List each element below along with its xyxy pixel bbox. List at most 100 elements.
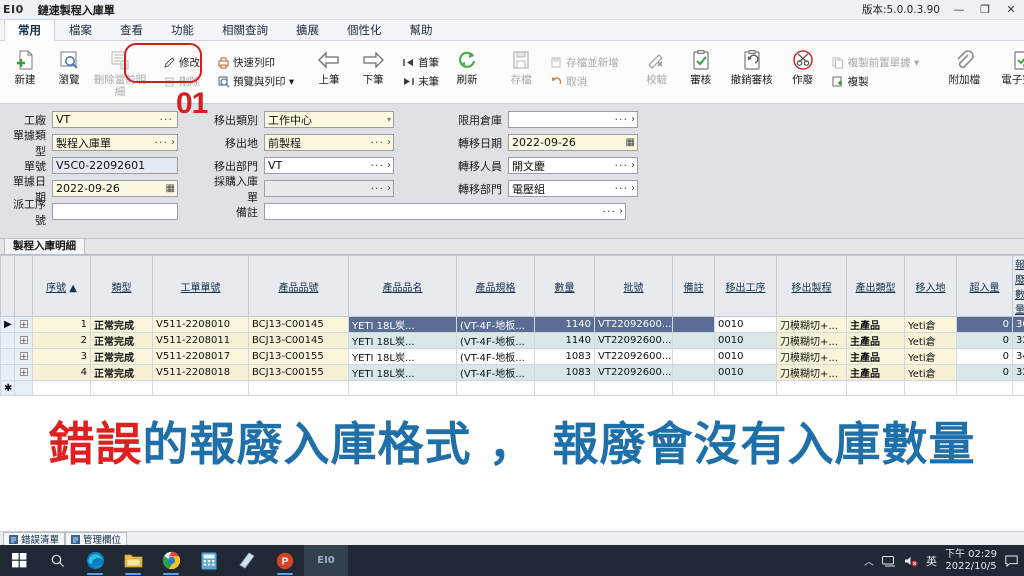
new-row-placeholder[interactable]: ✱: [0, 380, 1024, 396]
grid-header-type[interactable]: 類型: [90, 255, 153, 317]
calculator-button[interactable]: [190, 545, 228, 576]
status-tab-error-list[interactable]: 錯誤清單: [3, 532, 66, 546]
calendar-icon[interactable]: ▦: [164, 183, 175, 194]
revoke-approve-button[interactable]: 撤銷審核: [723, 43, 781, 101]
field-document-type-picker-icon[interactable]: ···: [153, 136, 171, 149]
maximize-button[interactable]: ❐: [972, 0, 998, 20]
field-transfer-department-picker-icon[interactable]: ···: [613, 182, 631, 195]
ribbon-tab-home[interactable]: 常用: [4, 19, 55, 41]
chevron-right-icon[interactable]: ›: [618, 206, 623, 217]
grid-header-scrap-qty[interactable]: 報廢數量: [1012, 255, 1024, 317]
print-preview-button[interactable]: 預覽與列印 ▾: [212, 72, 298, 91]
field-transfer-person-input[interactable]: 開文慶 ··· ›: [508, 157, 638, 174]
tray-expand-chevron-icon[interactable]: ︿: [864, 553, 874, 568]
powerpoint-button[interactable]: P: [266, 545, 304, 576]
field-factory-input[interactable]: VT ···: [52, 111, 178, 128]
grid-header-product-spec[interactable]: 產品規格: [456, 255, 535, 317]
table-row[interactable]: ▶ + 1 正常完成 V511-2208010 BCJ13-C00145 YET…: [0, 316, 1024, 333]
field-transfer-person-picker-icon[interactable]: ···: [613, 159, 631, 172]
chevron-right-icon[interactable]: ›: [630, 183, 635, 194]
field-move-out-location-input[interactable]: 前製程 ··· ›: [264, 134, 394, 151]
field-remark-picker-icon[interactable]: ···: [601, 205, 619, 218]
ribbon-tab-function[interactable]: 功能: [157, 19, 208, 41]
row-expander[interactable]: +: [14, 364, 33, 381]
edit-button[interactable]: 修改: [158, 53, 204, 72]
field-purchase-receipt-picker-icon[interactable]: ···: [369, 182, 387, 195]
field-move-out-location-picker-icon[interactable]: ···: [369, 136, 387, 149]
approve-button[interactable]: 審核: [679, 43, 723, 101]
field-restricted-warehouse-input[interactable]: ··· ›: [508, 111, 638, 128]
field-restricted-warehouse-picker-icon[interactable]: ···: [613, 113, 631, 126]
table-row[interactable]: + 4 正常完成 V511-2208018 BCJ13-C00155 YETI …: [0, 364, 1024, 381]
refresh-button[interactable]: 刷新: [445, 43, 489, 101]
search-button[interactable]: [38, 545, 76, 576]
row-expander[interactable]: +: [14, 332, 33, 349]
start-button[interactable]: [0, 545, 38, 576]
chevron-right-icon[interactable]: ›: [630, 160, 635, 171]
field-move-out-department-picker-icon[interactable]: ···: [369, 159, 387, 172]
row-expander[interactable]: +: [14, 348, 33, 365]
next-record-button[interactable]: 下筆: [351, 43, 395, 101]
notes-button[interactable]: [228, 545, 266, 576]
field-document-date-input[interactable]: 2022-09-26 ▦: [52, 180, 178, 197]
grid-header-move-out-op[interactable]: 移出工序: [714, 255, 777, 317]
grid-header-work-order[interactable]: 工單單號: [152, 255, 249, 317]
row-expander[interactable]: +: [14, 316, 33, 333]
chevron-right-icon[interactable]: ›: [386, 183, 391, 194]
field-move-out-department-input[interactable]: VT ··· ›: [264, 157, 394, 174]
field-document-no-input[interactable]: V5C0-22092601: [52, 157, 178, 174]
void-button[interactable]: 作廢: [781, 43, 825, 101]
field-transfer-date-input[interactable]: 2022-09-26 ▦: [508, 134, 638, 151]
ribbon-tab-extension[interactable]: 擴展: [282, 19, 333, 41]
field-move-out-category-input[interactable]: 工作中心 ▾: [264, 111, 394, 128]
copy-button[interactable]: 複製: [827, 72, 924, 91]
field-document-type-input[interactable]: 製程入庫單 ··· ›: [52, 134, 178, 151]
ribbon-tab-file[interactable]: 檔案: [55, 19, 106, 41]
field-factory-picker-icon[interactable]: ···: [158, 113, 176, 126]
ribbon-tab-personalize[interactable]: 個性化: [333, 19, 396, 41]
clock[interactable]: 下午 02:29 2022/10/5: [945, 549, 997, 572]
new-button[interactable]: 新建: [3, 43, 47, 101]
grid-header-output-type[interactable]: 產出類型: [846, 255, 905, 317]
grid-header-product-code[interactable]: 產品品號: [248, 255, 349, 317]
first-record-button[interactable]: 首筆: [397, 53, 443, 72]
active-app-button[interactable]: EI0: [304, 545, 348, 576]
browse-button[interactable]: 瀏覽: [47, 43, 91, 101]
e-signature-button[interactable]: e 電子簽核: [993, 43, 1024, 101]
grid-header-quantity[interactable]: 數量: [534, 255, 595, 317]
grid-header-lot-no[interactable]: 批號: [594, 255, 673, 317]
grid-header-remark[interactable]: 備註: [672, 255, 715, 317]
attachment-button[interactable]: 附加檔: [935, 43, 993, 101]
grid-header-move-in-location[interactable]: 移入地: [904, 255, 957, 317]
ribbon-tab-view[interactable]: 查看: [106, 19, 157, 41]
status-tab-manage-fields[interactable]: 管理欄位: [65, 532, 128, 546]
chevron-right-icon[interactable]: ›: [386, 137, 391, 148]
grid-header-seq[interactable]: 序號 ▲: [32, 255, 91, 317]
field-dispatch-seq-input[interactable]: [52, 203, 178, 220]
network-icon[interactable]: [882, 555, 896, 567]
minimize-button[interactable]: —: [946, 0, 972, 20]
notification-icon[interactable]: [1005, 555, 1018, 567]
previous-record-button[interactable]: 上筆: [307, 43, 351, 101]
ime-indicator[interactable]: 英: [926, 553, 937, 569]
field-transfer-department-input[interactable]: 電壓組 ··· ›: [508, 180, 638, 197]
table-row[interactable]: + 3 正常完成 V511-2208017 BCJ13-C00155 YETI …: [0, 348, 1024, 365]
close-button[interactable]: ✕: [998, 0, 1024, 20]
chevron-right-icon[interactable]: ›: [630, 114, 635, 125]
ribbon-tab-help[interactable]: 幫助: [396, 19, 447, 41]
grid-header-product-name[interactable]: 產品品名: [348, 255, 457, 317]
chevron-down-icon[interactable]: ▾: [387, 115, 391, 124]
chrome-button[interactable]: [152, 545, 190, 576]
file-explorer-button[interactable]: [114, 545, 152, 576]
field-remark-input[interactable]: ··· ›: [264, 203, 626, 220]
grid-header-over-receipt[interactable]: 超入量: [956, 255, 1013, 317]
last-record-button[interactable]: 末筆: [397, 72, 443, 91]
chevron-right-icon[interactable]: ›: [170, 137, 175, 148]
calendar-icon[interactable]: ▦: [624, 137, 635, 148]
grid-header-move-out-process[interactable]: 移出製程: [776, 255, 847, 317]
chevron-right-icon[interactable]: ›: [386, 160, 391, 171]
table-row[interactable]: + 2 正常完成 V511-2208011 BCJ13-C00145 YETI …: [0, 332, 1024, 349]
ribbon-tab-related-query[interactable]: 相關查詢: [208, 19, 282, 41]
volume-muted-icon[interactable]: [904, 555, 918, 567]
quick-print-button[interactable]: 快速列印: [212, 53, 298, 72]
